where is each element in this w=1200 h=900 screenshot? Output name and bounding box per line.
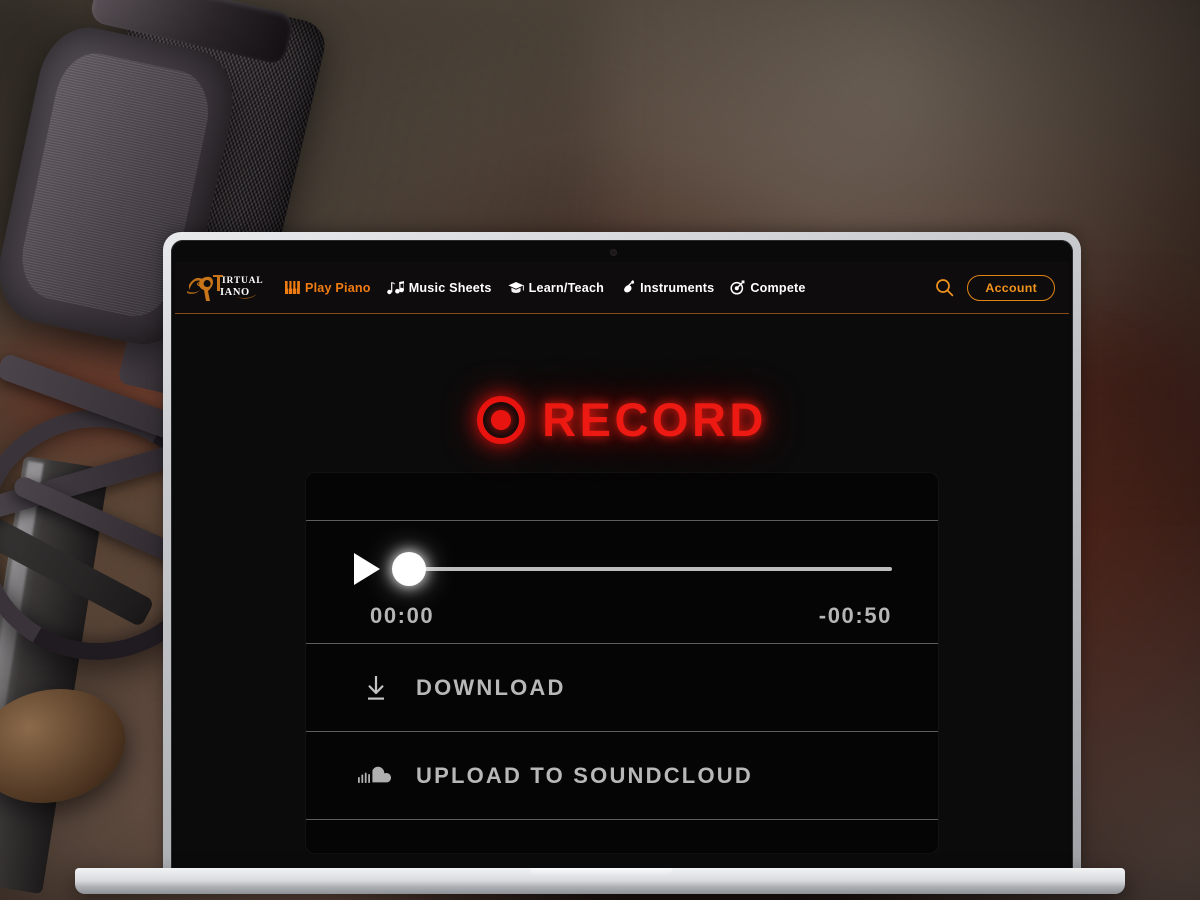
piano-keys-icon xyxy=(285,281,300,294)
music-notes-icon xyxy=(386,280,404,295)
record-dot-icon xyxy=(477,395,526,444)
card-top-strip xyxy=(306,473,938,521)
navbar-right: Account xyxy=(933,274,1055,301)
time-readout: 00:00 -00:50 xyxy=(306,595,938,629)
player-transport-row: 00:00 -00:50 xyxy=(306,521,938,643)
webcam-icon xyxy=(610,249,617,256)
nav-item-instruments[interactable]: Instruments xyxy=(620,280,714,295)
account-button[interactable]: Account xyxy=(967,274,1055,301)
nav-item-compete[interactable]: Compete xyxy=(730,280,805,295)
download-button[interactable]: DOWNLOAD xyxy=(306,643,938,731)
graduation-cap-icon xyxy=(507,281,524,294)
nav-label: Learn/Teach xyxy=(528,280,605,295)
logo-mark-icon: IRTUAL IANO xyxy=(187,274,263,301)
laptop-base-notch xyxy=(530,868,672,876)
download-label: DOWNLOAD xyxy=(416,674,566,700)
recording-player-card: 00:00 -00:50 DOWNLOAD UPLOAD TO SOUNDCLO… xyxy=(306,473,938,853)
upload-to-soundcloud-label: UPLOAD TO SOUNDCLOUD xyxy=(416,762,753,788)
laptop-screen: IRTUAL IANO Play Piano Music Sheets Lear… xyxy=(175,262,1069,872)
svg-text:IRTUAL: IRTUAL xyxy=(222,276,263,286)
nav-label: Play Piano xyxy=(305,280,371,295)
site-navbar: IRTUAL IANO Play Piano Music Sheets Lear… xyxy=(175,262,1069,314)
guitar-icon xyxy=(620,280,635,295)
transport-controls xyxy=(306,543,938,595)
nav-label: Compete xyxy=(750,280,806,295)
elapsed-time: 00:00 xyxy=(370,603,435,628)
page-title-block: RECORD xyxy=(175,314,1069,447)
nav-label: Music Sheets xyxy=(408,280,492,295)
target-icon xyxy=(730,280,745,295)
card-bottom-strip xyxy=(306,819,938,853)
progress-slider[interactable] xyxy=(392,552,892,586)
laptop-mockup: IRTUAL IANO Play Piano Music Sheets Lear… xyxy=(0,0,1200,900)
download-icon xyxy=(356,674,396,702)
svg-text:IANO: IANO xyxy=(220,287,250,298)
remaining-time: -00:50 xyxy=(818,603,892,628)
virtual-piano-logo[interactable]: IRTUAL IANO xyxy=(185,271,269,305)
play-icon[interactable] xyxy=(354,553,380,585)
nav-links: Play Piano Music Sheets Learn/Teach Inst… xyxy=(285,280,806,295)
progress-thumb[interactable] xyxy=(392,552,426,586)
nav-item-music-sheets[interactable]: Music Sheets xyxy=(386,280,492,295)
nav-label: Instruments xyxy=(640,280,715,295)
search-icon[interactable] xyxy=(933,277,955,299)
page-title: RECORD xyxy=(542,393,767,446)
nav-item-play-piano[interactable]: Play Piano xyxy=(285,281,371,295)
nav-item-learn-teach[interactable]: Learn/Teach xyxy=(507,280,605,295)
upload-to-soundcloud-button[interactable]: UPLOAD TO SOUNDCLOUD xyxy=(306,731,938,819)
record-page: RECORD 00:00 -00:50 DOWNLOAD UPLOAD TO S… xyxy=(175,314,1069,872)
progress-track xyxy=(409,567,892,571)
soundcloud-icon xyxy=(356,766,396,786)
